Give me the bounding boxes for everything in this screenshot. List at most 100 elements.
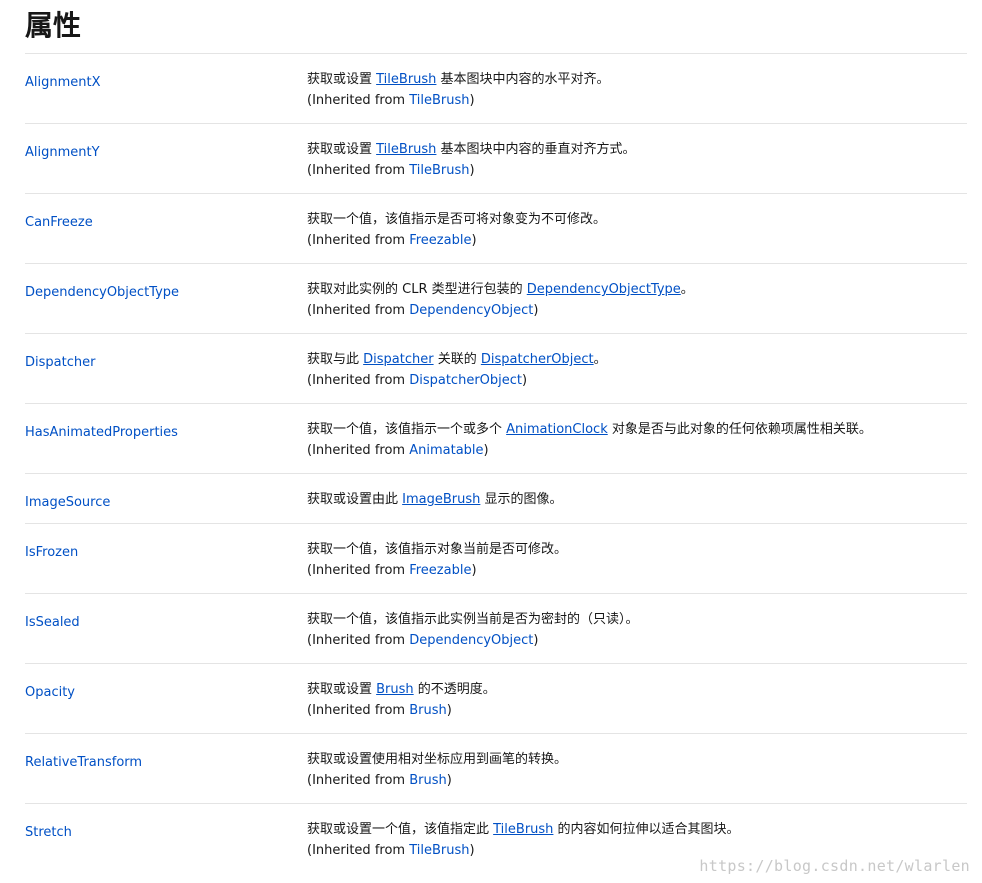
description-text: 基本图块中内容的水平对齐。 [436, 72, 610, 87]
property-name-cell: IsSealed [25, 594, 307, 663]
property-description: 获取或设置由此 ImageBrush 显示的图像。 [307, 491, 967, 509]
inherited-class-link[interactable]: TileBrush [409, 163, 469, 178]
property-row: IsFrozen 获取一个值，该值指示对象当前是否可修改。 (Inherited… [25, 524, 967, 594]
property-description-cell: 获取与此 Dispatcher 关联的 DispatcherObject。 (I… [307, 334, 967, 403]
description-text: 的不透明度。 [413, 682, 496, 697]
inherited-suffix: ) [471, 563, 477, 578]
inherited-prefix: (Inherited from [307, 633, 410, 648]
property-name-cell: CanFreeze [25, 194, 307, 263]
inherited-from: (Inherited from Freezable) [307, 232, 967, 250]
property-name-link[interactable]: AlignmentY [25, 145, 100, 160]
inherited-class-link[interactable]: Freezable [409, 563, 471, 578]
property-description: 获取或设置 Brush 的不透明度。 [307, 681, 967, 699]
type-link[interactable]: Brush [376, 682, 414, 697]
property-description-cell: 获取一个值，该值指示此实例当前是否为密封的（只读）。 (Inherited fr… [307, 594, 967, 663]
inherited-suffix: ) [533, 303, 539, 318]
property-row: AlignmentY 获取或设置 TileBrush 基本图块中内容的垂直对齐方… [25, 124, 967, 194]
property-row: IsSealed 获取一个值，该值指示此实例当前是否为密封的（只读）。 (Inh… [25, 594, 967, 664]
property-name-cell: HasAnimatedProperties [25, 404, 307, 473]
inherited-class-link[interactable]: TileBrush [409, 93, 469, 108]
inherited-from: (Inherited from DependencyObject) [307, 302, 967, 320]
inherited-suffix: ) [522, 373, 528, 388]
property-description-cell: 获取或设置 TileBrush 基本图块中内容的垂直对齐方式。 (Inherit… [307, 124, 967, 193]
property-description: 获取或设置 TileBrush 基本图块中内容的垂直对齐方式。 [307, 141, 967, 159]
property-name-cell: Stretch [25, 804, 307, 874]
property-description-cell: 获取或设置 Brush 的不透明度。 (Inherited from Brush… [307, 664, 967, 733]
property-name-link[interactable]: RelativeTransform [25, 755, 142, 770]
description-text: 获取与此 [307, 352, 364, 367]
description-text: 获取或设置 [307, 682, 377, 697]
inherited-class-link[interactable]: Animatable [409, 443, 483, 458]
property-description-cell: 获取或设置 TileBrush 基本图块中内容的水平对齐。 (Inherited… [307, 54, 967, 123]
property-name-link[interactable]: ImageSource [25, 495, 110, 510]
property-name-link[interactable]: Stretch [25, 825, 72, 840]
description-text: 获取对此实例的 CLR 类型进行包装的 [307, 282, 527, 297]
property-description: 获取一个值，该值指示是否可将对象变为不可修改。 [307, 212, 607, 227]
inherited-from: (Inherited from TileBrush) [307, 92, 967, 110]
property-name-link[interactable]: HasAnimatedProperties [25, 425, 178, 440]
property-description: 获取一个值，该值指示对象当前是否可修改。 [307, 542, 568, 557]
description-text: 。 [593, 352, 607, 367]
inherited-class-link[interactable]: Brush [409, 773, 447, 788]
inherited-suffix: ) [469, 93, 475, 108]
type-link[interactable]: Dispatcher [363, 352, 433, 367]
property-name-cell: RelativeTransform [25, 734, 307, 803]
property-description: 获取或设置 TileBrush 基本图块中内容的水平对齐。 [307, 71, 967, 89]
type-link[interactable]: ImageBrush [402, 492, 480, 507]
inherited-class-link[interactable]: Brush [409, 703, 447, 718]
inherited-class-link[interactable]: DispatcherObject [409, 373, 522, 388]
property-name-cell: ImageSource [25, 474, 307, 523]
type-link[interactable]: TileBrush [376, 72, 436, 87]
inherited-class-link[interactable]: DependencyObject [409, 633, 533, 648]
property-description-cell: 获取一个值，该值指示是否可将对象变为不可修改。 (Inherited from … [307, 194, 967, 263]
property-name-link[interactable]: Dispatcher [25, 355, 95, 370]
inherited-suffix: ) [469, 163, 475, 178]
inherited-from: (Inherited from DispatcherObject) [307, 372, 967, 390]
inherited-suffix: ) [483, 443, 489, 458]
description-text: 获取或设置 [307, 72, 377, 87]
page-title: 属性 [25, 9, 82, 42]
inherited-prefix: (Inherited from [307, 373, 410, 388]
inherited-prefix: (Inherited from [307, 843, 410, 858]
description-text: 基本图块中内容的垂直对齐方式。 [436, 142, 636, 157]
property-name-link[interactable]: DependencyObjectType [25, 285, 179, 300]
description-text: 对象是否与此对象的任何依赖项属性相关联。 [607, 422, 872, 437]
inherited-from: (Inherited from TileBrush) [307, 162, 967, 180]
property-name-link[interactable]: AlignmentX [25, 75, 101, 90]
property-name-cell: DependencyObjectType [25, 264, 307, 333]
inherited-prefix: (Inherited from [307, 163, 410, 178]
description-text: 获取或设置由此 [307, 492, 403, 507]
property-row: DependencyObjectType 获取对此实例的 CLR 类型进行包装的… [25, 264, 967, 334]
inherited-class-link[interactable]: Freezable [409, 233, 471, 248]
property-name-cell: Dispatcher [25, 334, 307, 403]
inherited-prefix: (Inherited from [307, 303, 410, 318]
property-name-cell: IsFrozen [25, 524, 307, 593]
description-text: 显示的图像。 [480, 492, 563, 507]
type-link[interactable]: AnimationClock [506, 422, 608, 437]
type-link[interactable]: TileBrush [493, 822, 553, 837]
property-name-link[interactable]: IsFrozen [25, 545, 78, 560]
inherited-suffix: ) [533, 633, 539, 648]
property-row: CanFreeze 获取一个值，该值指示是否可将对象变为不可修改。 (Inher… [25, 194, 967, 264]
description-text: 获取或设置 [307, 142, 377, 157]
inherited-from: (Inherited from Brush) [307, 772, 967, 790]
inherited-prefix: (Inherited from [307, 93, 410, 108]
inherited-class-link[interactable]: TileBrush [409, 843, 469, 858]
description-text: 获取或设置一个值，该值指定此 [307, 822, 494, 837]
inherited-prefix: (Inherited from [307, 563, 410, 578]
properties-table: AlignmentX 获取或设置 TileBrush 基本图块中内容的水平对齐。… [25, 53, 967, 874]
description-text: 的内容如何拉伸以适合其图块。 [553, 822, 740, 837]
inherited-from: (Inherited from DependencyObject) [307, 632, 967, 650]
type-link[interactable]: DependencyObjectType [527, 282, 681, 297]
property-description-cell: 获取或设置由此 ImageBrush 显示的图像。 [307, 474, 967, 523]
inherited-from: (Inherited from Animatable) [307, 442, 967, 460]
property-name-link[interactable]: CanFreeze [25, 215, 93, 230]
property-name-link[interactable]: Opacity [25, 685, 75, 700]
property-row: RelativeTransform 获取或设置使用相对坐标应用到画笔的转换。 (… [25, 734, 967, 804]
type-link[interactable]: DispatcherObject [481, 352, 594, 367]
property-name-link[interactable]: IsSealed [25, 615, 80, 630]
inherited-prefix: (Inherited from [307, 233, 410, 248]
type-link[interactable]: TileBrush [376, 142, 436, 157]
inherited-class-link[interactable]: DependencyObject [409, 303, 533, 318]
description-text: 获取一个值，该值指示一个或多个 [307, 422, 507, 437]
